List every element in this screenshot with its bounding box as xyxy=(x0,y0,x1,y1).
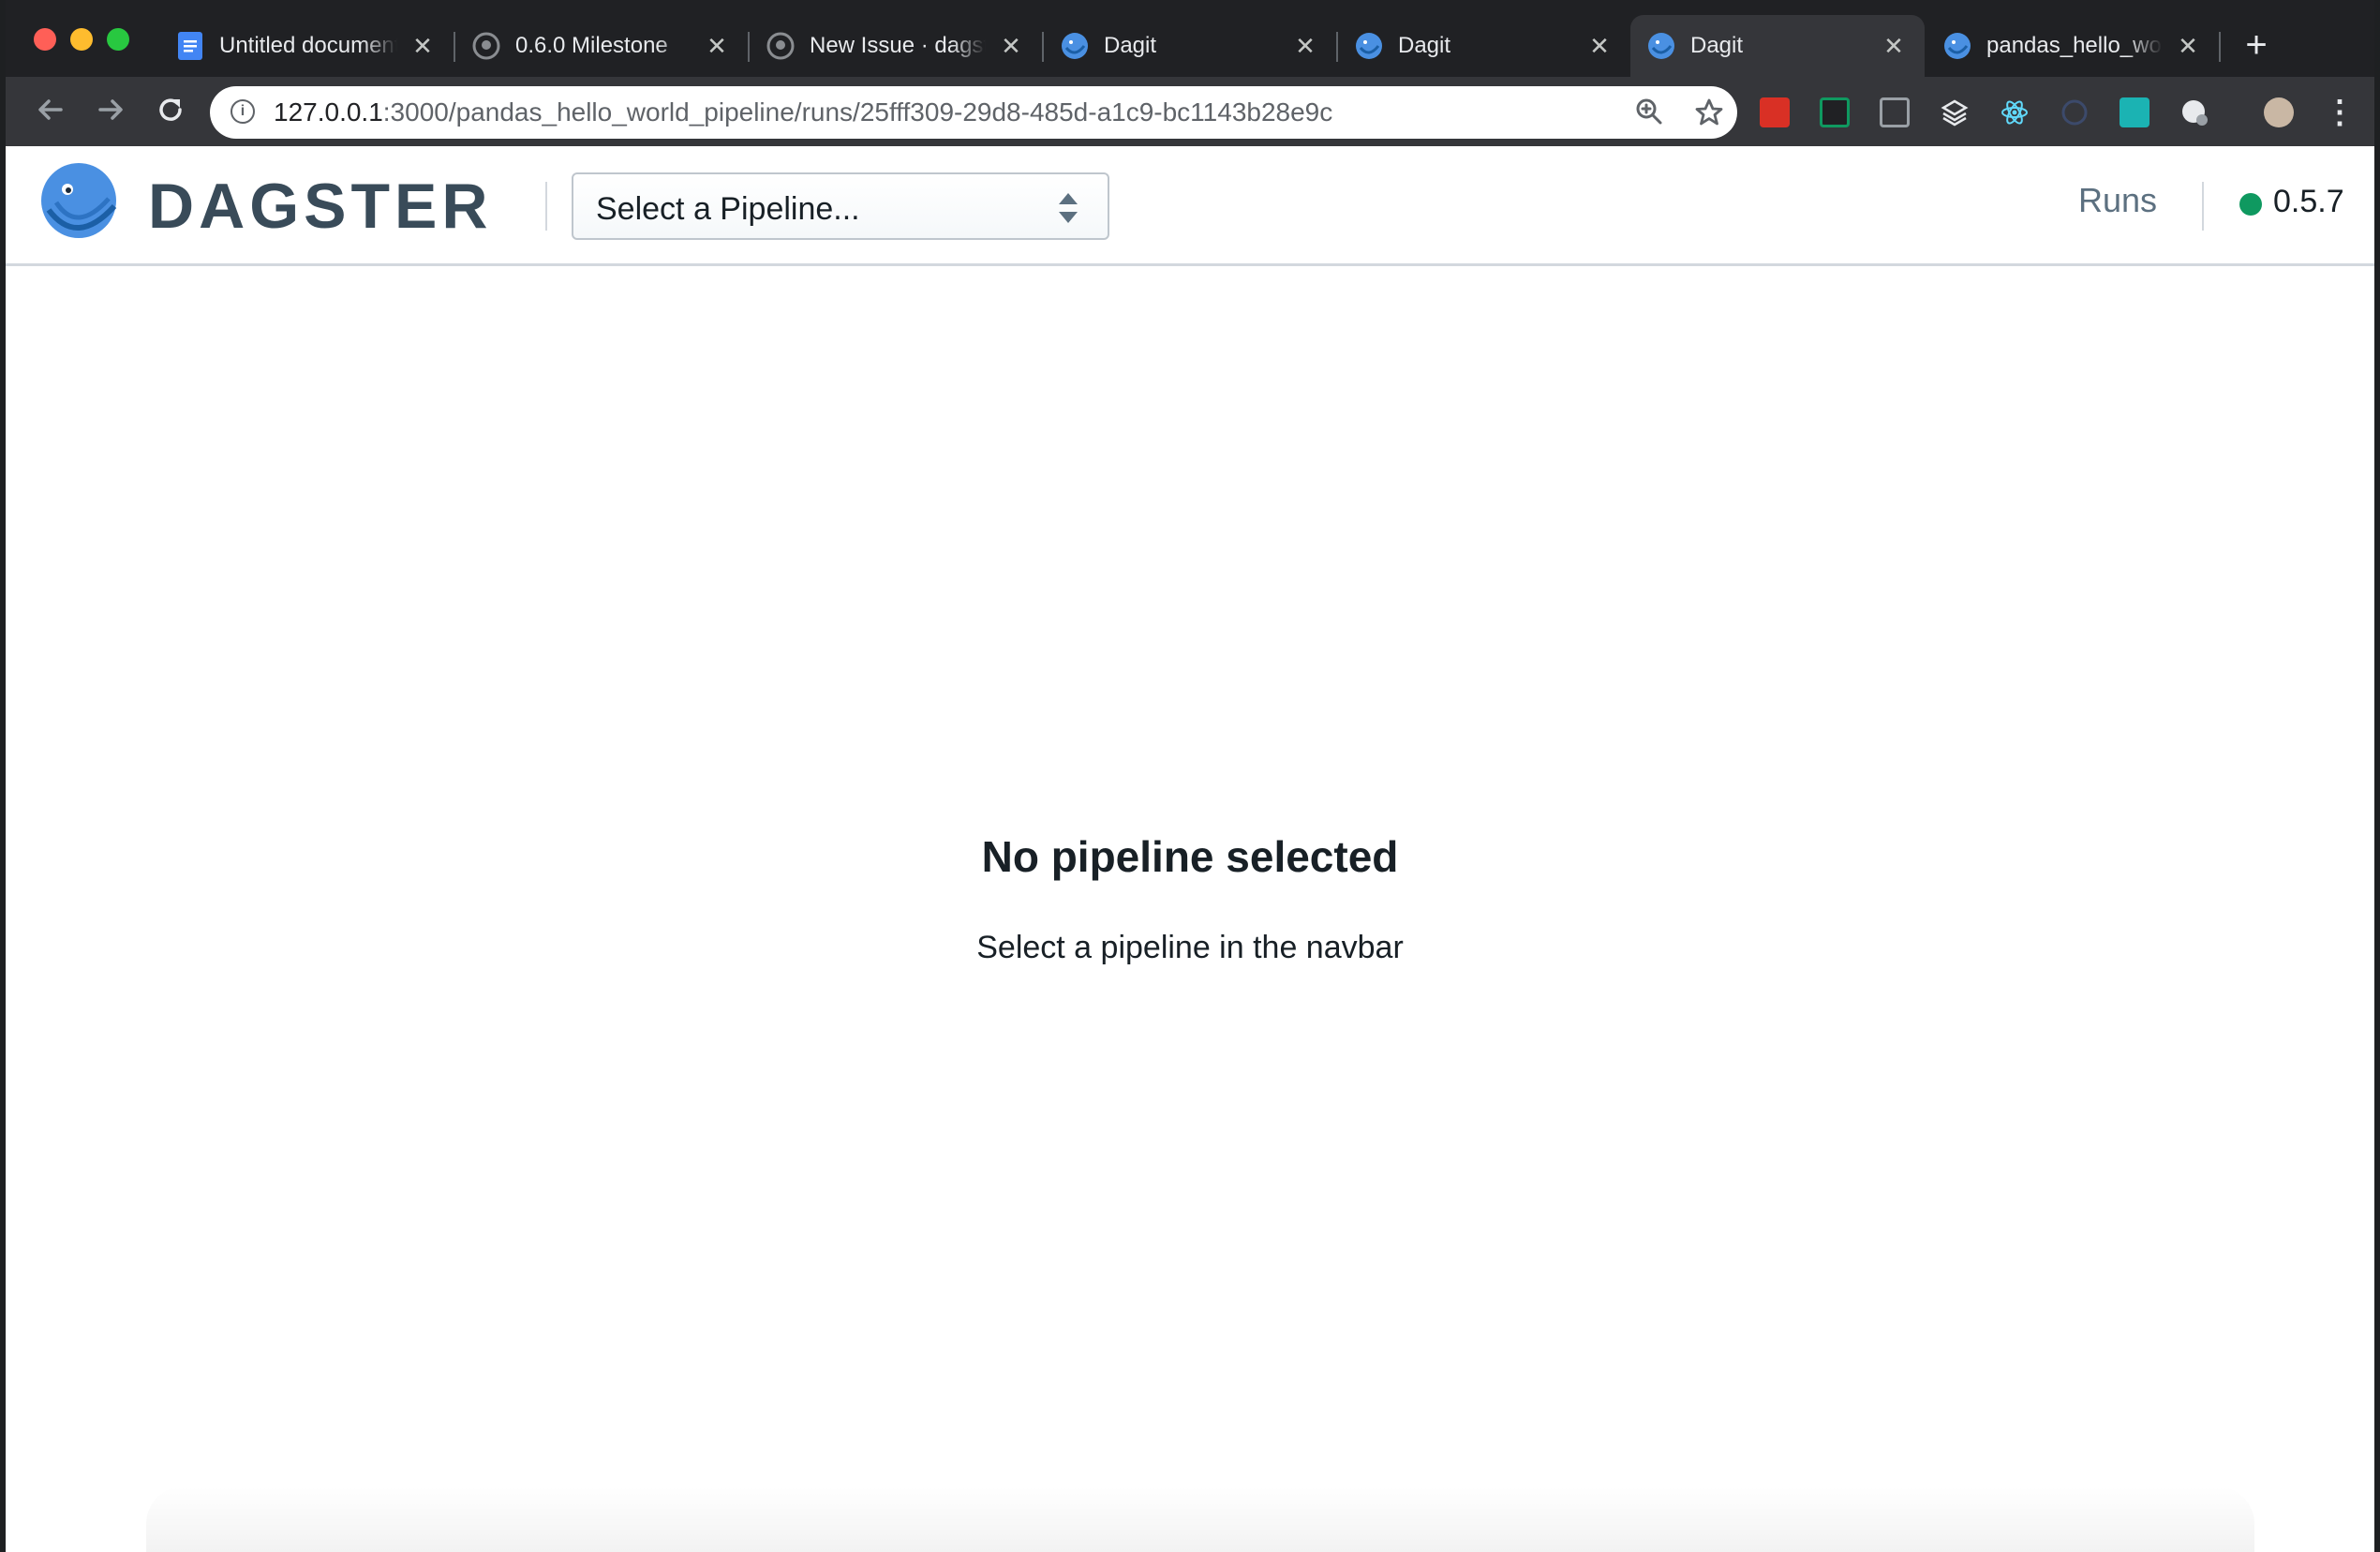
tab-title: 0.6.0 Milestone xyxy=(515,33,668,58)
close-icon[interactable]: ✕ xyxy=(1291,32,1319,60)
menu-kebab-icon[interactable]: ⋮ xyxy=(2324,97,2356,128)
runs-link[interactable]: Runs xyxy=(2078,180,2157,221)
window-close-button[interactable] xyxy=(34,28,56,51)
tab-untitled-document[interactable]: Untitled document ✕ xyxy=(159,15,454,77)
tab-new-issue[interactable]: New Issue · dagster ✕ xyxy=(750,15,1042,77)
info-icon[interactable]: i xyxy=(231,99,255,124)
app-navbar: DAGSTER Select a Pipeline... Runs 0.5.7 xyxy=(6,146,2374,266)
tab-title: Untitled document xyxy=(219,33,397,58)
lastpass-extension-icon[interactable] xyxy=(1760,97,1790,127)
browser-toolbar: i 127.0.0.1:3000/pandas_hello_world_pipe… xyxy=(6,77,2374,146)
version-label: 0.5.7 xyxy=(2273,184,2344,219)
dagit-app: DAGSTER Select a Pipeline... Runs 0.5.7 … xyxy=(6,146,2374,1552)
dagster-icon xyxy=(1355,32,1383,60)
dagster-icon xyxy=(1647,32,1675,60)
tab-dagit-2[interactable]: Dagit ✕ xyxy=(1338,15,1630,77)
address-bar[interactable]: i 127.0.0.1:3000/pandas_hello_world_pipe… xyxy=(210,86,1737,139)
tab-title: New Issue · dagster xyxy=(810,33,986,58)
navbar-divider xyxy=(545,182,547,231)
close-icon[interactable]: ✕ xyxy=(997,32,1025,60)
tab-title: Dagit xyxy=(1398,33,1451,58)
empty-state-title: No pipeline selected xyxy=(981,832,1399,881)
tab-separator xyxy=(2219,32,2221,62)
react-devtools-icon[interactable] xyxy=(2000,97,2030,127)
close-icon[interactable]: ✕ xyxy=(1880,32,1908,60)
teal-extension-icon[interactable] xyxy=(2120,97,2149,127)
tab-title: Dagit xyxy=(1690,33,1744,58)
profile-avatar[interactable] xyxy=(2264,97,2294,127)
back-arrow-icon[interactable] xyxy=(32,94,69,131)
tab-milestone[interactable]: 0.6.0 Milestone ✕ xyxy=(455,15,748,77)
close-icon[interactable]: ✕ xyxy=(1585,32,1614,60)
apollo-extension-icon[interactable] xyxy=(2060,97,2090,127)
navbar-divider xyxy=(2202,182,2204,231)
dagster-logo-icon[interactable] xyxy=(39,161,124,246)
url-path: :3000/pandas_hello_world_pipeline/runs/2… xyxy=(382,97,1333,127)
close-icon[interactable]: ✕ xyxy=(703,32,731,60)
github-icon xyxy=(766,32,795,60)
empty-state-description: Select a pipeline in the navbar xyxy=(976,930,1404,965)
pipeline-select[interactable]: Select a Pipeline... xyxy=(572,172,1109,240)
dagster-icon xyxy=(1061,32,1089,60)
window-zoom-button[interactable] xyxy=(107,28,129,51)
browser-window: Untitled document ✕ 0.6.0 Milestone ✕ Ne… xyxy=(6,0,2374,1552)
layers-extension-icon[interactable] xyxy=(1940,97,1970,127)
url-host: 127.0.0.1 xyxy=(274,97,383,127)
bottom-shadow xyxy=(146,1486,2254,1552)
video-extension-icon[interactable] xyxy=(1820,97,1850,127)
dagster-icon xyxy=(1943,32,1971,60)
double-caret-icon xyxy=(1057,189,1079,227)
tab-dagit-active[interactable]: Dagit ✕ xyxy=(1630,15,1925,77)
zoom-icon[interactable] xyxy=(1634,97,1664,127)
tab-pandas-hello-world[interactable]: pandas_hello_world ✕ xyxy=(1926,15,2219,77)
circle-extension-icon[interactable] xyxy=(2179,97,2209,127)
bi-extension-icon[interactable] xyxy=(1880,97,1910,127)
pipeline-select-label: Select a Pipeline... xyxy=(596,191,860,227)
tab-title: pandas_hello_world xyxy=(1986,33,2163,58)
close-icon[interactable]: ✕ xyxy=(409,32,437,60)
status-indicator xyxy=(2239,193,2262,216)
google-docs-icon xyxy=(176,32,204,60)
new-tab-button[interactable]: + xyxy=(2238,26,2275,64)
tab-title: Dagit xyxy=(1104,33,1157,58)
bookmark-star-icon[interactable] xyxy=(1694,97,1724,127)
tab-dagit-1[interactable]: Dagit ✕ xyxy=(1044,15,1336,77)
window-minimize-button[interactable] xyxy=(70,28,93,51)
brand-name[interactable]: DAGSTER xyxy=(148,169,492,244)
tab-strip: Untitled document ✕ 0.6.0 Milestone ✕ Ne… xyxy=(6,0,2374,77)
reload-icon[interactable] xyxy=(152,94,189,131)
close-icon[interactable]: ✕ xyxy=(2174,32,2202,60)
url-text[interactable]: 127.0.0.1:3000/pandas_hello_world_pipeli… xyxy=(274,97,1332,127)
forward-arrow-icon[interactable] xyxy=(92,94,129,131)
github-icon xyxy=(472,32,500,60)
